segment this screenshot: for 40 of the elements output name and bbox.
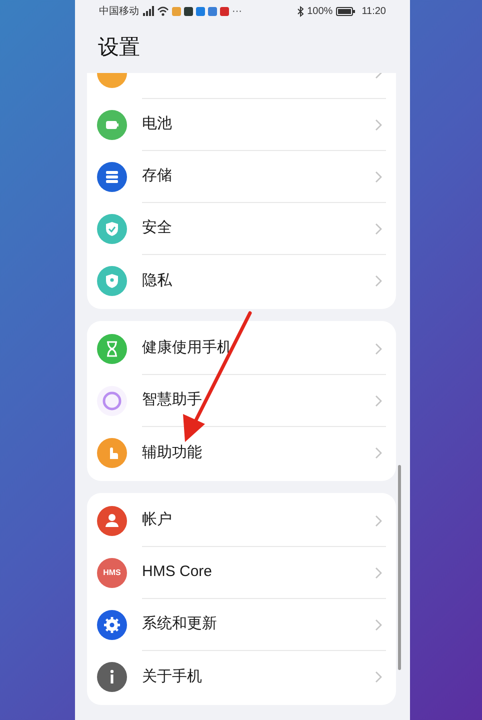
- page-title: 设置: [98, 35, 140, 61]
- row-label: 帐户: [142, 510, 172, 530]
- settings-row[interactable]: 隐私: [87, 255, 396, 307]
- chevron-icon: [375, 566, 382, 578]
- row-label: 智慧助手: [142, 390, 202, 410]
- settings-row[interactable]: 帐户: [87, 495, 396, 547]
- clock: 11:20: [362, 4, 386, 18]
- settings-row[interactable]: 存储: [87, 151, 396, 203]
- chevron-icon: [375, 342, 382, 354]
- chevron-icon: [375, 394, 382, 406]
- chevron-icon: [375, 671, 382, 683]
- battery-icon: [336, 6, 355, 16]
- settings-row[interactable]: 关于手机: [87, 651, 396, 703]
- settings-row[interactable]: 系统和更新: [87, 599, 396, 651]
- settings-row[interactable]: 辅助功能: [87, 427, 396, 479]
- signal-icon: [142, 6, 154, 16]
- row-label: 系统和更新: [142, 614, 217, 634]
- bluetooth-icon: [297, 6, 304, 16]
- chevron-icon: [375, 514, 382, 526]
- row-label: 隐私: [142, 270, 172, 291]
- battery-percent: 100%: [307, 4, 333, 18]
- chevron-icon: [375, 222, 382, 234]
- settings-row[interactable]: 电池: [87, 99, 396, 151]
- settings-row[interactable]: HMS HMS Core: [87, 547, 396, 599]
- carrier-name: 中国移动: [99, 4, 139, 18]
- chevron-icon: [375, 275, 382, 287]
- chevron-icon: [375, 118, 382, 130]
- wifi-icon: [157, 6, 169, 16]
- chevron-icon: [375, 618, 382, 630]
- row-label: 辅助功能: [142, 442, 202, 463]
- row-label: HMS Core: [142, 562, 212, 582]
- row-label: 存储: [142, 166, 172, 186]
- more-indicator: ···: [232, 4, 242, 18]
- scrollbar[interactable]: [398, 465, 401, 670]
- chevron-icon: [375, 170, 382, 182]
- row-label: 关于手机: [142, 666, 202, 687]
- settings-row[interactable]: 安全: [87, 203, 396, 255]
- row-label: 安全: [142, 218, 172, 238]
- chevron-icon: [375, 447, 382, 459]
- row-label: 电池: [142, 114, 172, 134]
